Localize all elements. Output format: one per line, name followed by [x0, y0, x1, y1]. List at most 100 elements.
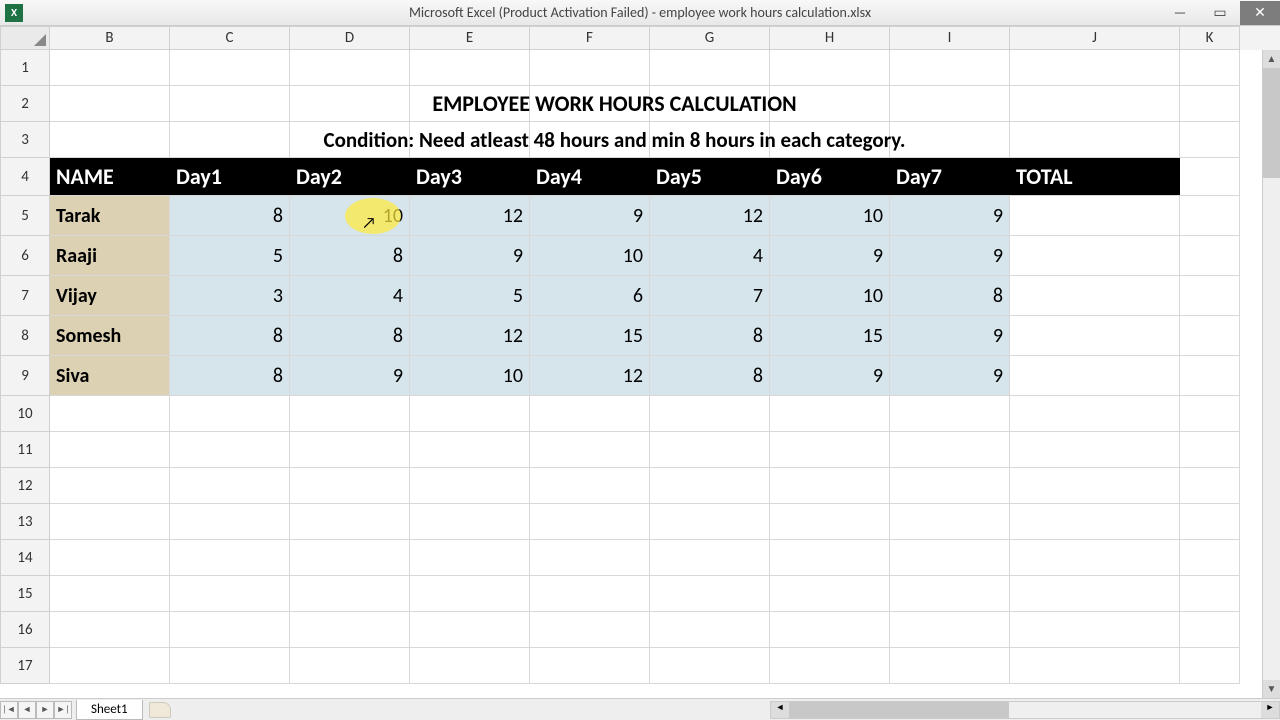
hscroll-thumb[interactable] [789, 702, 1009, 718]
sheet-nav-next[interactable]: ► [36, 701, 54, 719]
cell-K6[interactable] [1180, 236, 1240, 276]
data-cell[interactable]: 9 [770, 356, 890, 396]
cell-D17[interactable] [290, 648, 410, 684]
row-header-7[interactable]: 7 [0, 276, 50, 316]
scroll-down-button[interactable]: ▼ [1263, 680, 1280, 698]
data-cell[interactable]: 10 [770, 276, 890, 316]
data-cell[interactable]: 9 [890, 196, 1010, 236]
new-sheet-button[interactable] [149, 702, 171, 718]
cell-B17[interactable] [50, 648, 170, 684]
col-header-F[interactable]: F [530, 26, 650, 50]
data-cell[interactable]: 6 [530, 276, 650, 316]
table-header-day3[interactable]: Day3 [410, 158, 530, 196]
sheet-tab[interactable]: Sheet1 [76, 700, 143, 720]
row-header-12[interactable]: 12 [0, 468, 50, 504]
col-header-K[interactable]: K [1180, 26, 1240, 50]
data-cell[interactable]: 8 [650, 356, 770, 396]
cell-B15[interactable] [50, 576, 170, 612]
cell-B1[interactable] [50, 50, 170, 86]
col-header-C[interactable]: C [170, 26, 290, 50]
cell-H13[interactable] [770, 504, 890, 540]
maximize-button[interactable]: ▭ [1200, 1, 1240, 25]
table-header-day6[interactable]: Day6 [770, 158, 890, 196]
close-button[interactable]: ✕ [1240, 1, 1280, 25]
cell-K10[interactable] [1180, 396, 1240, 432]
data-cell[interactable]: 5 [410, 276, 530, 316]
data-cell[interactable]: 9 [890, 316, 1010, 356]
cell-D12[interactable] [290, 468, 410, 504]
employee-name[interactable]: Siva [50, 356, 170, 396]
cell-B12[interactable] [50, 468, 170, 504]
cell-C11[interactable] [170, 432, 290, 468]
cell-J6[interactable] [1010, 236, 1180, 276]
cell-K15[interactable] [1180, 576, 1240, 612]
cell-F10[interactable] [530, 396, 650, 432]
cell-D11[interactable] [290, 432, 410, 468]
cell-J10[interactable] [1010, 396, 1180, 432]
data-cell[interactable]: 12 [410, 316, 530, 356]
scroll-up-button[interactable]: ▲ [1263, 50, 1280, 68]
col-header-J[interactable]: J [1010, 26, 1180, 50]
cell-G11[interactable] [650, 432, 770, 468]
data-cell[interactable]: 12 [410, 196, 530, 236]
cell-J8[interactable] [1010, 316, 1180, 356]
row-header-15[interactable]: 15 [0, 576, 50, 612]
data-cell[interactable]: 8 [890, 276, 1010, 316]
cell-E14[interactable] [410, 540, 530, 576]
cell-I16[interactable] [890, 612, 1010, 648]
cell-E1[interactable] [410, 50, 530, 86]
cell-G12[interactable] [650, 468, 770, 504]
cell-B13[interactable] [50, 504, 170, 540]
data-cell[interactable]: 5 [170, 236, 290, 276]
cell-D1[interactable] [290, 50, 410, 86]
cell-C16[interactable] [170, 612, 290, 648]
data-cell[interactable]: 4 [650, 236, 770, 276]
sheet-nav-prev[interactable]: ◄ [18, 701, 36, 719]
cell-K3[interactable] [1180, 122, 1240, 158]
minimize-button[interactable]: — [1160, 1, 1200, 25]
row-header-13[interactable]: 13 [0, 504, 50, 540]
condition-text[interactable]: Condition: Need atleast 48 hours and min… [50, 122, 1180, 158]
cell-K13[interactable] [1180, 504, 1240, 540]
col-header-D[interactable]: D [290, 26, 410, 50]
row-header-5[interactable]: 5 [0, 196, 50, 236]
employee-name[interactable]: Somesh [50, 316, 170, 356]
table-header-day7[interactable]: Day7 [890, 158, 1010, 196]
data-cell[interactable]: 9 [530, 196, 650, 236]
cell-J7[interactable] [1010, 276, 1180, 316]
cell-K5[interactable] [1180, 196, 1240, 236]
cell-F14[interactable] [530, 540, 650, 576]
data-cell[interactable]: 8 [170, 196, 290, 236]
cell-H1[interactable] [770, 50, 890, 86]
cell-E12[interactable] [410, 468, 530, 504]
table-header-day1[interactable]: Day1 [170, 158, 290, 196]
cell-H17[interactable] [770, 648, 890, 684]
data-cell[interactable]: 8 [290, 236, 410, 276]
cell-C15[interactable] [170, 576, 290, 612]
cell-J14[interactable] [1010, 540, 1180, 576]
row-header-2[interactable]: 2 [0, 86, 50, 122]
cell-J17[interactable] [1010, 648, 1180, 684]
cell-K14[interactable] [1180, 540, 1240, 576]
cell-D14[interactable] [290, 540, 410, 576]
sheet-nav-last[interactable]: ►| [54, 701, 72, 719]
cell-C14[interactable] [170, 540, 290, 576]
data-cell[interactable]: 8 [170, 316, 290, 356]
data-cell[interactable]: 4 [290, 276, 410, 316]
cell-G16[interactable] [650, 612, 770, 648]
cell-C12[interactable] [170, 468, 290, 504]
cell-J12[interactable] [1010, 468, 1180, 504]
col-header-E[interactable]: E [410, 26, 530, 50]
cell-C10[interactable] [170, 396, 290, 432]
row-header-4[interactable]: 4 [0, 158, 50, 196]
data-cell[interactable]: 9 [890, 356, 1010, 396]
row-header-8[interactable]: 8 [0, 316, 50, 356]
row-header-1[interactable]: 1 [0, 50, 50, 86]
cell-G10[interactable] [650, 396, 770, 432]
cell-E16[interactable] [410, 612, 530, 648]
data-cell[interactable]: 7 [650, 276, 770, 316]
data-cell[interactable]: 12 [530, 356, 650, 396]
cell-B16[interactable] [50, 612, 170, 648]
cell-G1[interactable] [650, 50, 770, 86]
cell-D13[interactable] [290, 504, 410, 540]
